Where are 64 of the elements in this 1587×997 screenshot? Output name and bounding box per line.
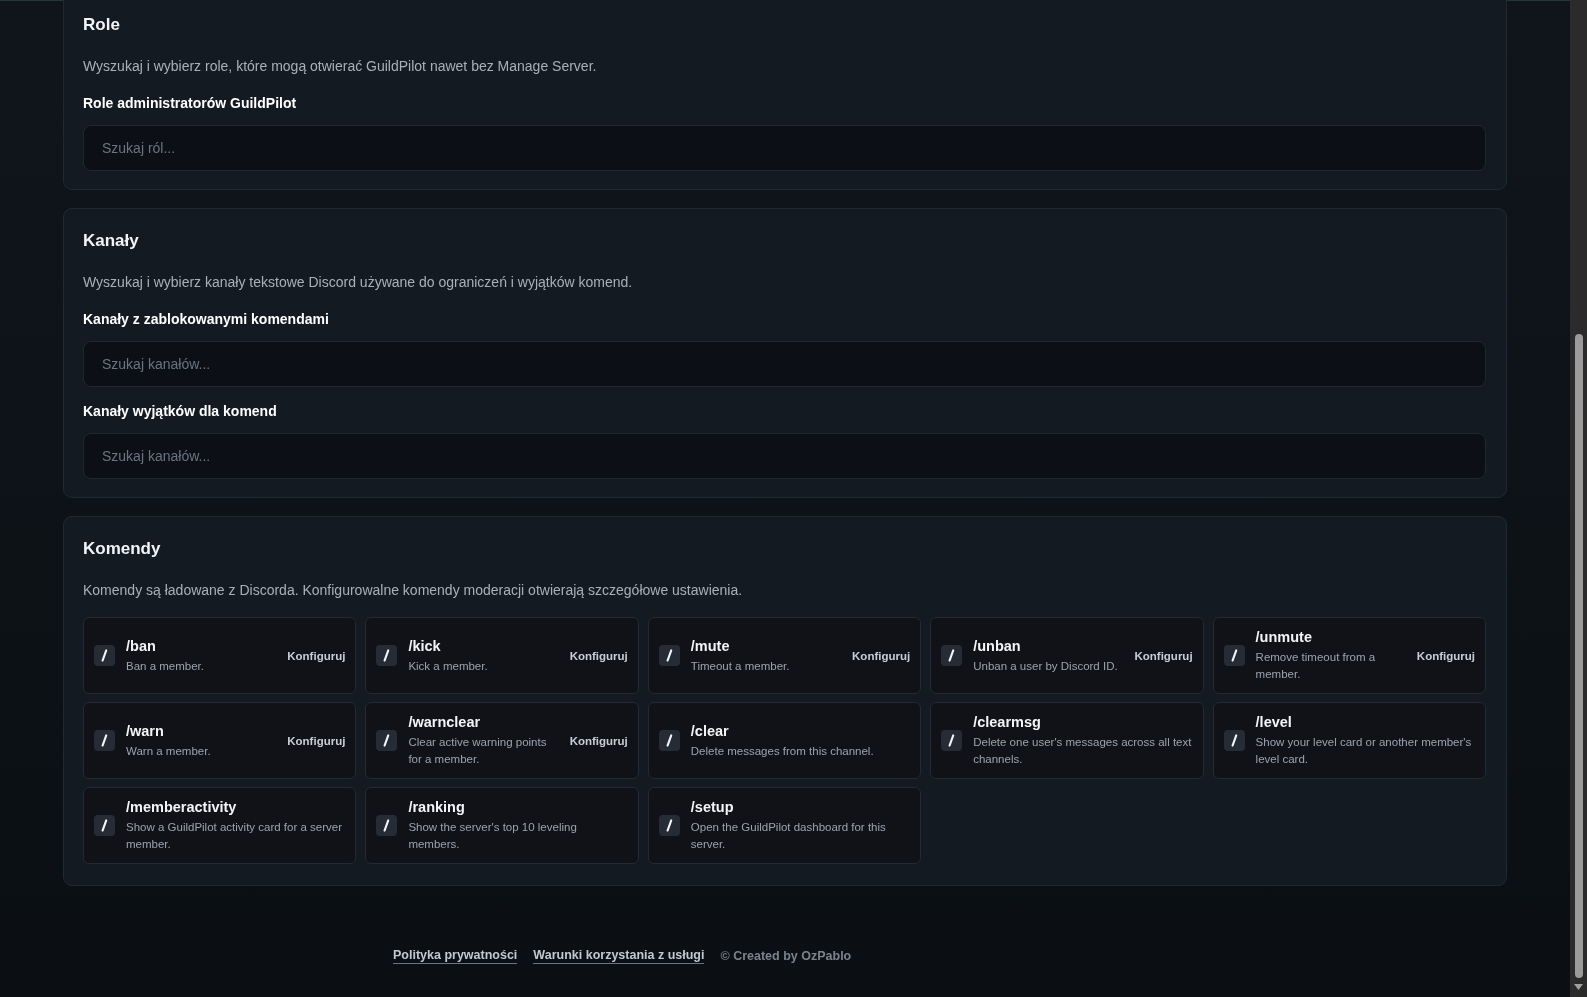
command-name: /clearmsg bbox=[973, 713, 1041, 732]
slash-icon bbox=[1223, 645, 1245, 666]
command-description: Ban a member. bbox=[126, 658, 204, 674]
slash-icon bbox=[94, 815, 115, 836]
credit-text: © Created by OzPablo bbox=[720, 947, 852, 964]
section-title: Kanały bbox=[83, 230, 139, 252]
configure-button[interactable]: Konfiguruj bbox=[569, 734, 628, 747]
command-name: /memberactivity bbox=[126, 798, 237, 817]
slash-icon bbox=[658, 815, 680, 836]
command-description: Show the server's top 10 leveling members. bbox=[408, 820, 578, 852]
configure-button[interactable]: Konfiguruj bbox=[1416, 649, 1475, 662]
configure-button[interactable]: Konfiguruj bbox=[1134, 649, 1193, 662]
command-name: /warn bbox=[126, 721, 164, 741]
field-label: Kanały z zablokowanymi komendami bbox=[83, 310, 329, 329]
scrollbar[interactable] bbox=[1570, 0, 1587, 997]
command-description: Open the GuildPilot dashboard for this server. bbox=[690, 820, 887, 852]
slash-icon bbox=[941, 645, 963, 666]
search-field[interactable]: Szukaj ról... bbox=[83, 125, 1486, 171]
slash-icon bbox=[94, 645, 115, 666]
command-name: /ban bbox=[126, 636, 156, 656]
slash-icon bbox=[941, 730, 963, 751]
section-description: Wyszukaj i wybierz kanały tekstowe Discord używane do ograniczeń i wyjątków komend. bbox=[83, 273, 633, 292]
configure-button[interactable]: Konfiguruj bbox=[569, 649, 628, 662]
configure-button[interactable]: Konfiguruj bbox=[852, 649, 911, 662]
command-description: Timeout a member. bbox=[690, 658, 790, 674]
command-description: Delete messages from this channel. bbox=[690, 743, 874, 759]
command-name: /warnclear bbox=[408, 713, 481, 732]
search-field[interactable]: Szukaj kanałów... bbox=[83, 341, 1486, 387]
command-description: Delete one user's messages across all text channels. bbox=[973, 735, 1193, 767]
command-name: /unban bbox=[973, 636, 1021, 656]
configure-button[interactable]: Konfiguruj bbox=[287, 734, 346, 747]
command-description: Clear active warning points for a member. bbox=[408, 735, 548, 767]
slash-icon bbox=[376, 730, 398, 751]
section-title: Role bbox=[83, 14, 120, 36]
footer-link[interactable]: Warunki korzystania z usługi bbox=[533, 947, 705, 964]
field-label: Role administratorów GuildPilot bbox=[83, 94, 297, 113]
command-description: Kick a member. bbox=[408, 658, 488, 674]
command-name: /unmute bbox=[1255, 628, 1312, 647]
search-field[interactable]: Szukaj kanałów... bbox=[83, 433, 1486, 479]
command-name: /mute bbox=[690, 636, 730, 656]
command-name: /ranking bbox=[408, 798, 465, 817]
command-description: Warn a member. bbox=[126, 743, 211, 759]
down-arrow-icon[interactable] bbox=[1574, 984, 1583, 990]
command-description: Unban a user by Discord ID. bbox=[973, 658, 1118, 674]
command-name: /level bbox=[1255, 713, 1292, 732]
slash-icon bbox=[376, 645, 398, 666]
section-title: Komendy bbox=[83, 538, 161, 560]
field-label: Kanały wyjątków dla komend bbox=[83, 402, 277, 421]
command-name: /clear bbox=[690, 721, 729, 741]
footer-link[interactable]: Polityka prywatności bbox=[393, 947, 518, 964]
section-description: Komendy są ładowane z Discorda. Konfigurowalne komendy moderacji otwierają szczegółowe ustawienia. bbox=[83, 581, 743, 600]
configure-button[interactable]: Konfiguruj bbox=[287, 649, 346, 662]
command-description: Remove timeout from a member. bbox=[1255, 650, 1377, 682]
section-description: Wyszukaj i wybierz role, które mogą otwierać GuildPilot nawet bez Manage Server. bbox=[83, 57, 597, 76]
command-description: Show a GuildPilot activity card for a server member. bbox=[126, 820, 344, 852]
slash-icon bbox=[1223, 730, 1245, 751]
slash-icon bbox=[376, 815, 398, 836]
slash-icon bbox=[658, 645, 680, 666]
command-name: /kick bbox=[408, 636, 441, 656]
slash-icon bbox=[94, 730, 115, 751]
command-name: /setup bbox=[690, 798, 734, 817]
slash-icon bbox=[658, 730, 680, 751]
command-description: Show your level card or another member's level card. bbox=[1255, 735, 1473, 767]
scrollbar-thumb[interactable] bbox=[1574, 334, 1583, 978]
